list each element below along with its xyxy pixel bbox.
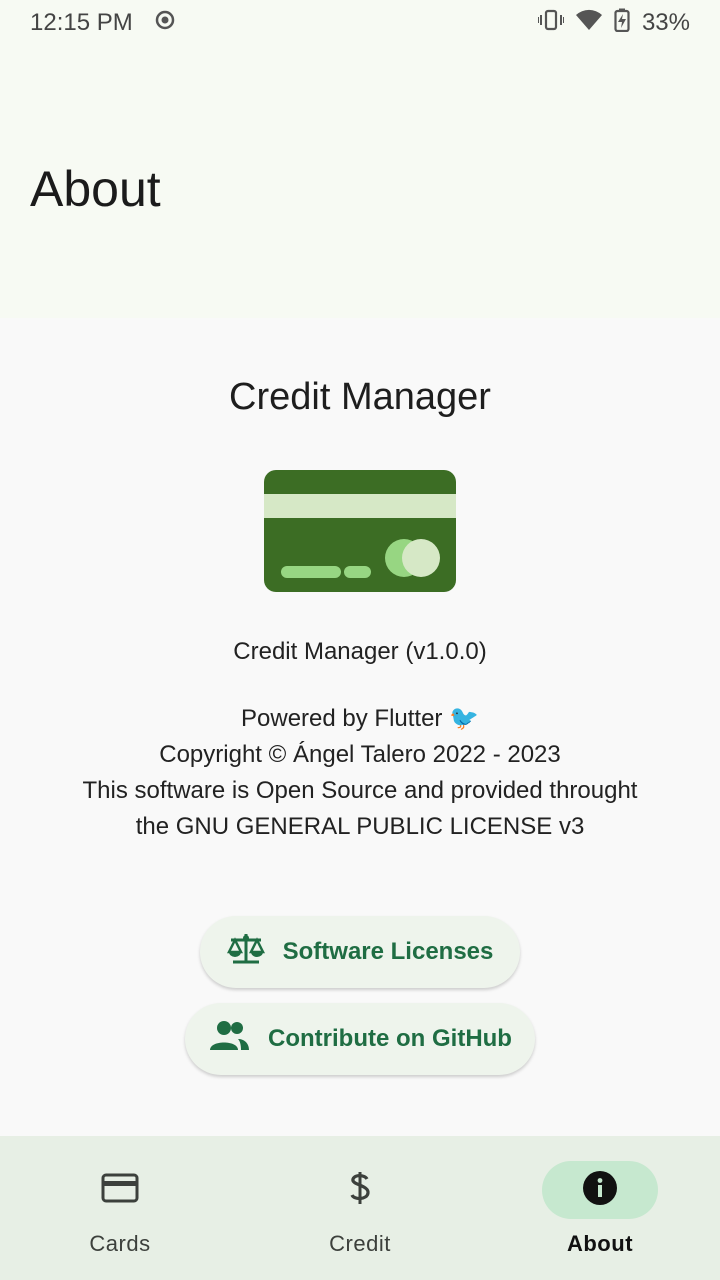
battery-percent: 33% [641,9,690,36]
status-bar: 12:15 PM 33% [0,0,720,46]
about-content: Credit Manager Credit Manager (v1.0.0) P… [0,318,720,1136]
credit-card-icon [101,1173,139,1208]
app-version: Credit Manager (v1.0.0) [233,638,487,665]
status-time: 12:15 PM [30,9,133,36]
people-icon [208,1020,250,1059]
credit-card-logo-icon [264,470,456,597]
software-licenses-label: Software Licenses [282,938,494,965]
balance-scale-icon [226,932,265,973]
nav-active-indicator [542,1161,658,1219]
page-title: About [30,161,161,217]
nav-label-cards: Cards [89,1231,151,1256]
contribute-github-button[interactable]: Contribute on GitHub [185,1003,535,1075]
copyright-text: Copyright © Ángel Talero 2022 - 2023 [159,741,561,768]
nav-item-about[interactable]: About [480,1136,720,1280]
info-icon [582,1170,618,1211]
about-text: Powered by Flutter 🐦 Copyright © Ángel T… [80,701,640,845]
vibrate-icon [536,9,565,38]
nav-label-credit: Credit [329,1231,391,1256]
powered-by-text: Powered by Flutter 🐦 [241,705,479,732]
nav-label-about: About [566,1231,634,1256]
dollar-icon [347,1170,373,1211]
software-licenses-button[interactable]: Software Licenses [200,916,520,988]
bottom-navigation: Cards Credit About [0,1136,720,1280]
record-icon [155,9,175,37]
nav-item-cards[interactable]: Cards [0,1136,240,1280]
app-name: Credit Manager [229,376,491,418]
battery-charging-icon [614,8,630,39]
contribute-github-label: Contribute on GitHub [268,1025,512,1052]
wifi-icon [575,9,602,38]
nav-item-credit[interactable]: Credit [240,1136,480,1280]
license-text: This software is Open Source and provide… [82,777,638,840]
